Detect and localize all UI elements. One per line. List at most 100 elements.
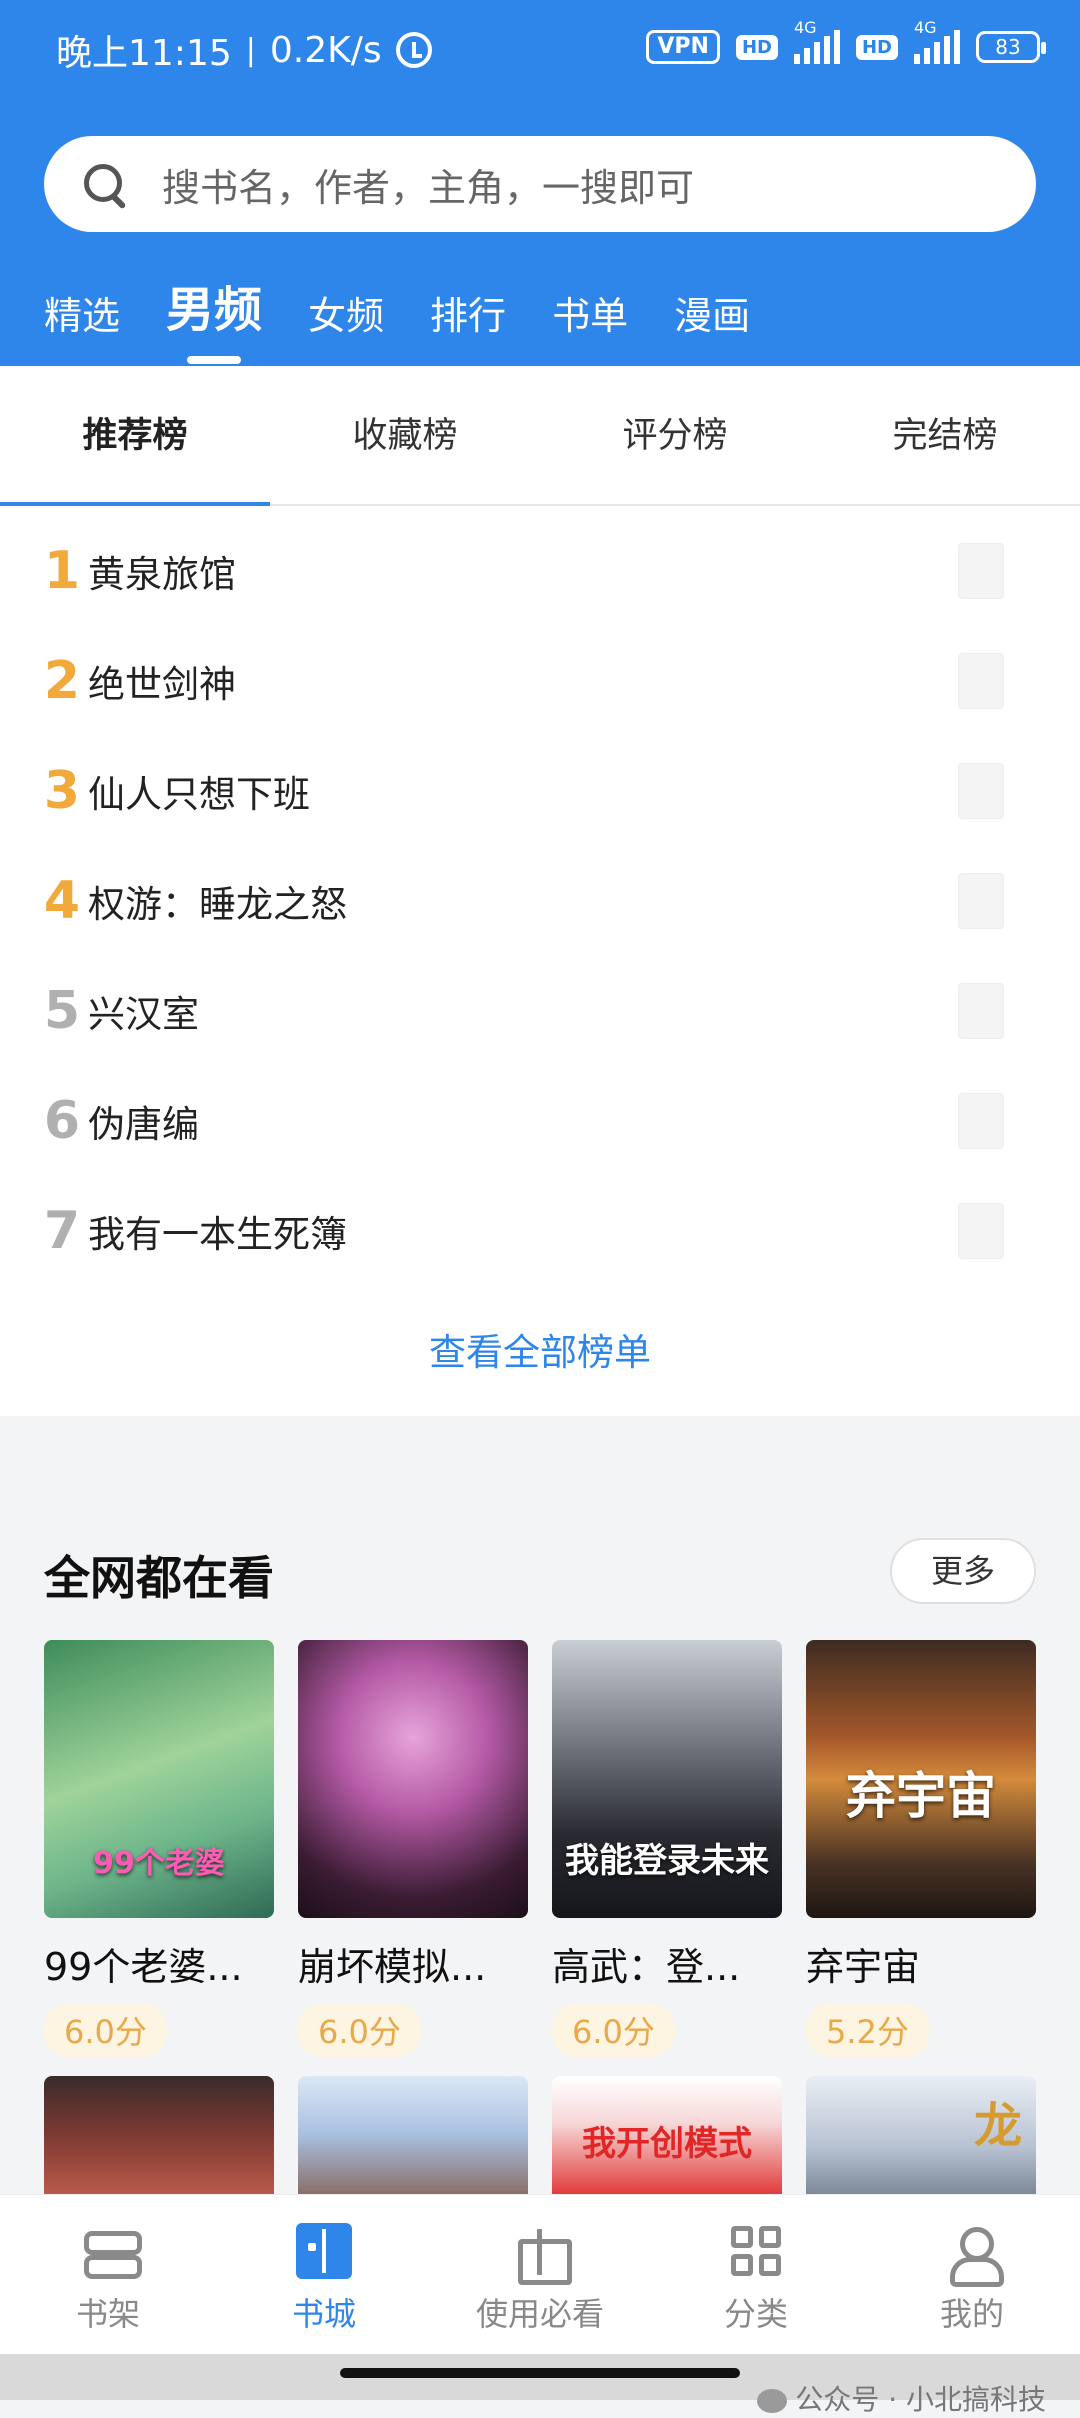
- nav-label: 使用必看: [475, 2295, 604, 2333]
- nav-label: 我的: [939, 2295, 1004, 2333]
- gift-icon: [512, 2223, 572, 2285]
- tab-booklist[interactable]: 书单: [552, 285, 628, 340]
- watermark: 公众号 · 小北搞科技: [757, 2378, 1046, 2418]
- book-cover: 我能登录未来: [552, 1640, 782, 1918]
- book-thumbnail: [958, 653, 1004, 709]
- tab-male[interactable]: 男频: [166, 270, 262, 340]
- rank-title: 权游：睡龙之怒: [88, 883, 347, 926]
- tab-comics[interactable]: 漫画: [674, 285, 750, 340]
- grid-icon: [728, 2223, 784, 2279]
- book-score: 6.0分: [552, 2003, 675, 2057]
- book-thumbnail: [958, 763, 1004, 819]
- book-card[interactable]: 99个老婆 99个老婆... 6.0分: [44, 1640, 274, 2057]
- rank-number: 3: [43, 761, 81, 821]
- hd-icon: HD: [735, 34, 778, 60]
- book-cover: 99个老婆: [44, 1640, 274, 1918]
- network-speed: 0.2K/s: [269, 29, 382, 71]
- rank-number: 5: [43, 981, 81, 1041]
- rank-item[interactable]: 7 我有一本生死簿: [0, 1176, 1080, 1286]
- rank-item[interactable]: 2 绝世剑神: [0, 626, 1080, 736]
- tab-ranking[interactable]: 排行: [430, 285, 506, 340]
- rank-item[interactable]: 1 黄泉旅馆: [0, 516, 1080, 626]
- book-cover[interactable]: 龙: [806, 2076, 1036, 2194]
- hd-icon-2: HD: [855, 34, 898, 60]
- cover-title: 弃宇宙: [846, 1767, 996, 1825]
- book-cover: [298, 1640, 528, 1918]
- rank-number: 7: [43, 1201, 81, 1261]
- book-score: 6.0分: [44, 2003, 167, 2057]
- rank-number: 2: [43, 651, 81, 711]
- bottom-nav: 书架 书城 使用必看 分类 我的: [0, 2194, 1080, 2354]
- alarm-icon: [395, 32, 432, 68]
- search-bar[interactable]: 搜书名，作者，主角，一搜即可: [44, 136, 1036, 232]
- home-indicator[interactable]: [340, 2368, 740, 2378]
- nav-bookstore[interactable]: 书城: [216, 2195, 432, 2354]
- book-title: 弃宇宙: [806, 1945, 921, 1989]
- tab-female[interactable]: 女频: [308, 285, 384, 340]
- rank-title: 我有一本生死簿: [88, 1213, 347, 1256]
- signal-icon-2: 4G: [914, 18, 960, 64]
- rank-title: 伪唐编: [88, 1103, 199, 1146]
- book-score: 5.2分: [806, 2003, 929, 2057]
- nav-label: 分类: [723, 2295, 788, 2333]
- header: 晚上11:15 | 0.2K/s VPN HD 4G HD 4G 83 搜书名，…: [0, 0, 1080, 366]
- nav-bookshelf[interactable]: 书架: [0, 2195, 216, 2354]
- rank-list: 1 黄泉旅馆 2 绝世剑神 3 仙人只想下班 4 权游：睡龙之怒 5 兴汉室 6…: [0, 506, 1080, 1286]
- search-input[interactable]: 搜书名，作者，主角，一搜即可: [162, 157, 694, 212]
- tab-favorite-rank[interactable]: 收藏榜: [270, 366, 540, 504]
- battery-icon: 83: [976, 31, 1046, 63]
- nav-guide[interactable]: 使用必看: [432, 2195, 648, 2354]
- cover-title: 我开创模式: [582, 2124, 752, 2164]
- rank-number: 6: [43, 1091, 81, 1151]
- book-thumbnail: [958, 1093, 1004, 1149]
- rank-item[interactable]: 5 兴汉室: [0, 956, 1080, 1066]
- book-cover: 弃宇宙: [806, 1640, 1036, 1918]
- nav-category[interactable]: 分类: [648, 2195, 864, 2354]
- rank-item[interactable]: 6 伪唐编: [0, 1066, 1080, 1176]
- rank-card: 推荐榜 收藏榜 评分榜 完结榜 1 黄泉旅馆 2 绝世剑神 3 仙人只想下班 4…: [0, 366, 1080, 1416]
- channel-tabs: 精选 男频 女频 排行 书单 漫画: [44, 270, 796, 340]
- book-thumbnail: [958, 543, 1004, 599]
- tab-rating-rank[interactable]: 评分榜: [540, 366, 810, 504]
- book-title: 99个老婆...: [44, 1945, 243, 1989]
- rank-item[interactable]: 4 权游：睡龙之怒: [0, 846, 1080, 956]
- signal-icon: 4G: [793, 18, 840, 64]
- rank-title: 仙人只想下班: [88, 773, 310, 816]
- user-icon: [944, 2223, 1004, 2287]
- vpn-icon: VPN: [646, 30, 720, 64]
- rank-title: 兴汉室: [88, 993, 199, 1036]
- book-grid: 99个老婆 99个老婆... 6.0分 崩坏模拟... 6.0分 我能登录未来 …: [44, 1640, 1036, 2057]
- rank-title: 黄泉旅馆: [88, 553, 236, 596]
- book-cover[interactable]: [298, 2076, 528, 2194]
- book-cover[interactable]: 我开创模式: [552, 2076, 782, 2194]
- view-all-rankings-link[interactable]: 查看全部榜单: [0, 1322, 1080, 1376]
- book-open-icon: [296, 2223, 352, 2279]
- cover-title: 我能登录未来: [565, 1841, 769, 1881]
- book-grid-row-2: 我开创模式 龙: [44, 2076, 1036, 2194]
- book-thumbnail: [958, 983, 1004, 1039]
- book-card[interactable]: 弃宇宙 弃宇宙 5.2分: [806, 1640, 1036, 2057]
- book-card[interactable]: 崩坏模拟... 6.0分: [298, 1640, 528, 2057]
- tab-recommend-rank[interactable]: 推荐榜: [0, 366, 270, 504]
- nav-profile[interactable]: 我的: [864, 2195, 1080, 2354]
- book-card[interactable]: 我能登录未来 高武：登... 6.0分: [552, 1640, 782, 2057]
- book-thumbnail: [958, 1203, 1004, 1259]
- tab-featured[interactable]: 精选: [44, 285, 120, 340]
- search-icon: [82, 162, 126, 206]
- book-score: 6.0分: [298, 2003, 421, 2057]
- cover-title: 龙: [973, 2098, 1022, 2154]
- clock: 晚上11:15: [56, 33, 232, 74]
- nav-label: 书城: [291, 2295, 356, 2333]
- status-bar: 晚上11:15 | 0.2K/s VPN HD 4G HD 4G 83: [0, 0, 1080, 100]
- bookshelf-icon: [80, 2223, 142, 2279]
- section-title: 全网都在看: [44, 1551, 274, 1605]
- wechat-icon: [757, 2389, 788, 2413]
- book-cover[interactable]: [44, 2076, 274, 2194]
- rank-item[interactable]: 3 仙人只想下班: [0, 736, 1080, 846]
- active-tab-indicator: [0, 502, 270, 506]
- book-thumbnail: [958, 873, 1004, 929]
- rank-number: 1: [43, 541, 81, 601]
- tab-completed-rank[interactable]: 完结榜: [810, 366, 1080, 504]
- more-button[interactable]: 更多: [890, 1538, 1036, 1604]
- cover-title: 99个老婆: [93, 1846, 225, 1881]
